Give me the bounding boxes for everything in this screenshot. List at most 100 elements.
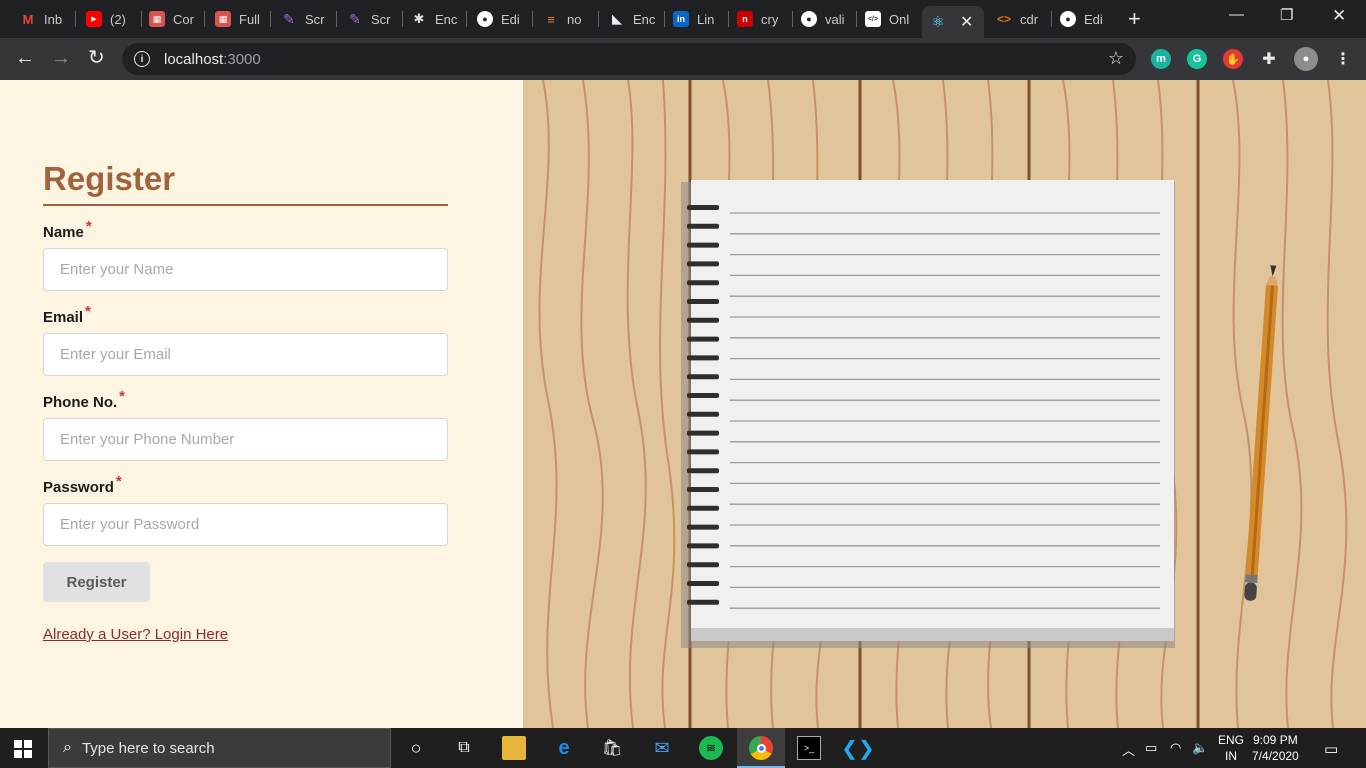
tab-youtube[interactable]: ▶ (2) — [78, 8, 142, 30]
tab-quill-2[interactable]: ✎ Scr — [339, 8, 403, 30]
name-input[interactable] — [43, 248, 448, 291]
battery-icon[interactable]: ▭ — [1145, 740, 1157, 756]
quill-icon: ✎ — [283, 10, 295, 27]
tab-label: cdr — [1020, 11, 1039, 27]
time: 9:09 PM — [1253, 733, 1298, 747]
edge-icon[interactable]: e — [552, 736, 576, 760]
notebook-illustration — [523, 80, 1366, 728]
tab-label: no — [567, 11, 582, 27]
required-mark: * — [85, 218, 92, 235]
new-tab-icon[interactable]: + — [1128, 6, 1141, 32]
store-icon[interactable]: 🛍 — [600, 736, 624, 760]
tray-chevron-icon[interactable]: ︿ — [1122, 740, 1135, 759]
vscode-icon[interactable]: ❮❯ — [841, 736, 875, 760]
grammarly-icon[interactable]: G — [1187, 49, 1207, 69]
github-icon: ● — [801, 11, 817, 27]
grid-icon: ▦ — [149, 11, 165, 27]
tab-n[interactable]: n cry — [729, 8, 793, 30]
youtube-icon: ▶ — [86, 11, 102, 27]
required-mark: * — [115, 473, 122, 490]
tab-triangle[interactable]: ◣ Enc — [601, 8, 665, 30]
forward-icon[interactable]: → — [51, 46, 71, 70]
tab-bee[interactable]: ✱ Enc — [403, 8, 467, 30]
triangle-icon: ◣ — [612, 11, 622, 26]
tab-label: Cor — [173, 11, 194, 27]
bookmark-star-icon[interactable]: ☆ — [1108, 48, 1124, 69]
password-label: Password * — [43, 473, 122, 496]
tab-brackets[interactable]: <> cdr — [988, 8, 1052, 30]
tab-linkedin[interactable]: in Lin — [665, 8, 729, 30]
page-content: Register Name* Email* Phone No.* Passwor… — [0, 80, 1366, 728]
tab-quill-1[interactable]: ✎ Scr — [273, 8, 337, 30]
clock[interactable]: 9:09 PM 7/4/2020 — [1252, 732, 1299, 764]
tab-label: cry — [761, 11, 779, 27]
register-heading: Register — [43, 160, 176, 197]
wifi-icon[interactable]: ◠ — [1170, 740, 1181, 756]
login-link[interactable]: Already a User? Login Here — [43, 626, 228, 643]
email-label: Email * — [43, 303, 91, 326]
tab-gmail[interactable]: M Inb — [12, 8, 76, 30]
menu-kebab-icon[interactable]: ⋮ — [1333, 49, 1353, 69]
windows-start-icon[interactable] — [14, 740, 32, 763]
required-mark: * — [85, 303, 91, 320]
restore-icon[interactable]: ❐ — [1280, 6, 1293, 24]
hand-extension-icon[interactable]: ✋ — [1223, 49, 1243, 69]
info-icon[interactable]: i — [134, 51, 150, 67]
task-view-icon[interactable]: ⧉ — [452, 736, 476, 760]
tab-github-3[interactable]: ● Edi — [1052, 8, 1116, 30]
close-window-icon[interactable]: ✕ — [1332, 6, 1346, 26]
chrome-icon[interactable] — [749, 736, 773, 760]
search-icon: ⌕ — [63, 739, 72, 756]
notifications-icon[interactable]: ▭ — [1324, 740, 1338, 758]
brackets-icon: <> — [996, 12, 1011, 26]
reload-icon[interactable]: ↻ — [88, 46, 105, 70]
github-icon: ● — [477, 11, 493, 27]
phone-label: Phone No. * — [43, 388, 126, 411]
bee-icon: ✱ — [413, 11, 425, 26]
tab-label: Enc — [435, 11, 458, 27]
tab-label: Edi — [1084, 11, 1103, 27]
tab-label: Edi — [501, 11, 520, 27]
tab-online-code[interactable]: </> Onl — [857, 8, 921, 30]
taskbar-search[interactable]: ⌕ Type here to search — [48, 728, 391, 768]
tab-label: Onl — [889, 11, 910, 27]
heading-divider — [43, 204, 448, 206]
github-icon: ● — [1060, 11, 1076, 27]
code-icon: </> — [865, 11, 881, 27]
close-tab-icon[interactable]: ✕ — [960, 12, 973, 32]
tab-stackoverflow[interactable]: ≡ no — [535, 8, 599, 30]
tab-label: Lin — [697, 11, 715, 27]
address-bar[interactable]: i localhost:3000 ☆ — [122, 43, 1136, 75]
n-icon: n — [737, 11, 753, 27]
linkedin-icon: in — [673, 11, 689, 27]
minimize-icon[interactable]: — — [1229, 6, 1244, 23]
tab-github-2[interactable]: ● vali — [793, 8, 857, 30]
volume-icon[interactable]: 🔈 — [1192, 740, 1208, 756]
register-panel: Register Name* Email* Phone No.* Passwor… — [0, 80, 523, 728]
email-input[interactable] — [43, 333, 448, 376]
quill-icon: ✎ — [349, 10, 361, 27]
register-button[interactable]: Register — [43, 562, 150, 602]
language-indicator[interactable]: ENG IN — [1218, 732, 1244, 764]
cortana-icon[interactable]: ○ — [404, 736, 428, 760]
phone-input[interactable] — [43, 418, 448, 461]
name-label: Name * — [43, 218, 92, 241]
tab-active-react[interactable]: ⚛ ✕ — [922, 6, 984, 38]
tab-grid-1[interactable]: ▦ Cor — [141, 8, 205, 30]
back-icon[interactable]: ← — [15, 46, 35, 70]
grid-icon: ▦ — [215, 11, 231, 27]
password-input[interactable] — [43, 503, 448, 546]
gmail-icon: M — [22, 11, 34, 27]
date: 7/4/2020 — [1252, 749, 1299, 763]
file-explorer-icon[interactable] — [502, 736, 526, 760]
terminal-icon[interactable]: >_ — [797, 736, 821, 760]
spotify-icon[interactable]: ≋ — [699, 736, 723, 760]
extensions-puzzle-icon[interactable]: ✚ — [1259, 49, 1279, 69]
url-port: :3000 — [223, 50, 261, 68]
tab-grid-2[interactable]: ▦ Full — [207, 8, 271, 30]
m-extension-icon[interactable]: m — [1151, 49, 1171, 69]
profile-avatar[interactable]: ● — [1294, 47, 1318, 71]
mail-icon[interactable]: ✉ — [650, 736, 674, 760]
tab-label: Scr — [305, 11, 325, 27]
tab-github-1[interactable]: ● Edi — [469, 8, 533, 30]
